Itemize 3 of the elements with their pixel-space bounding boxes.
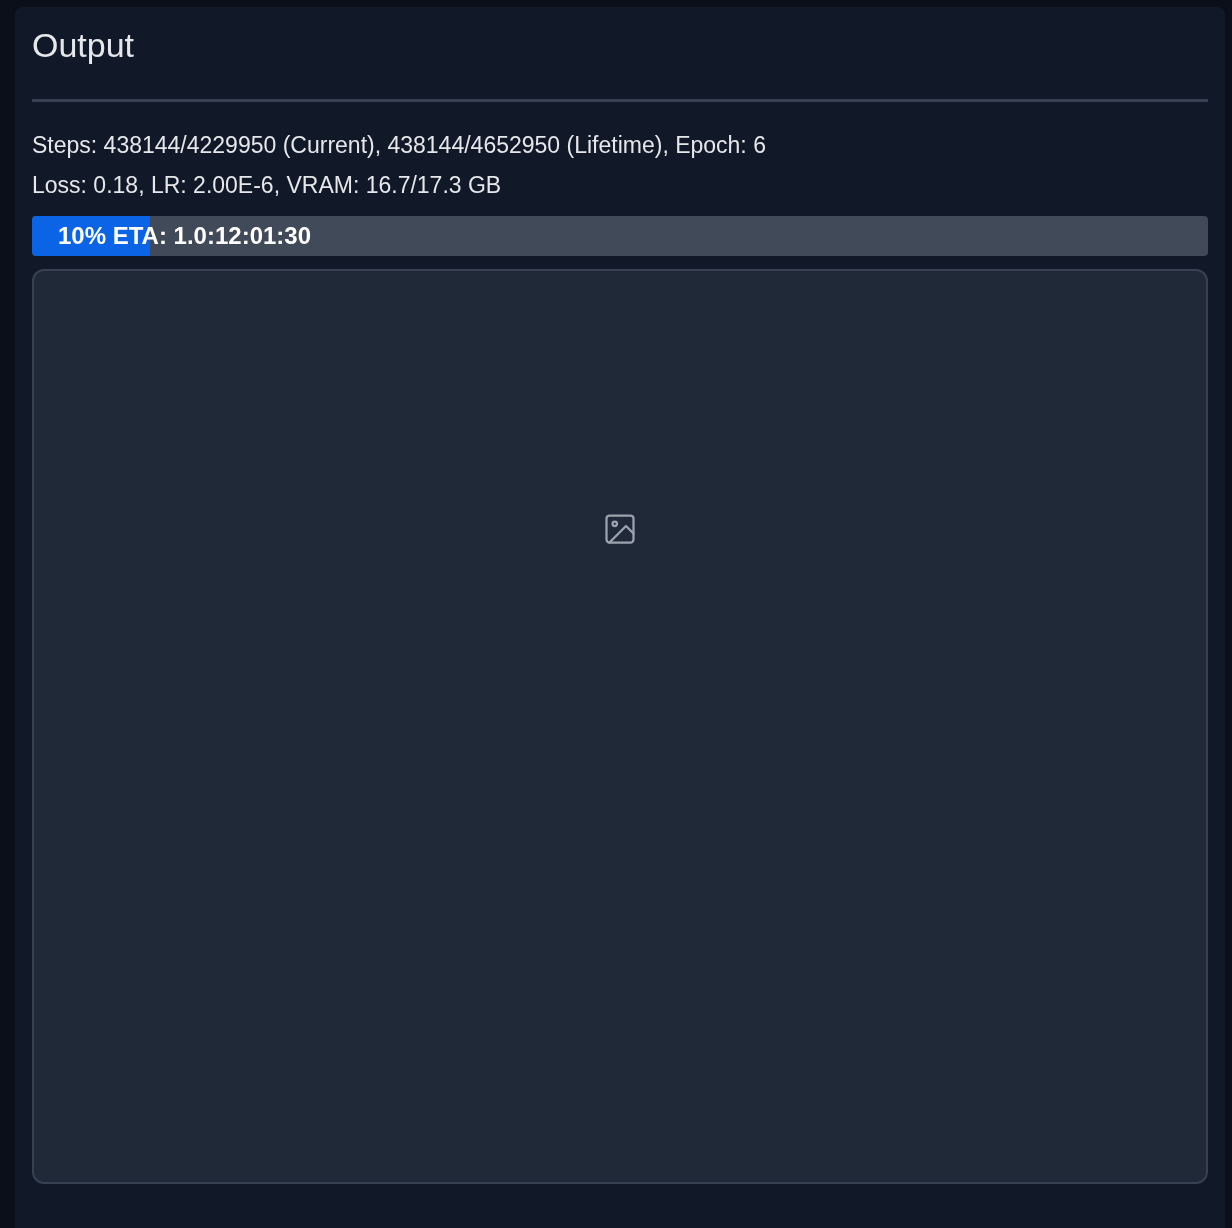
status-line: Steps: 438144/4229950 (Current), 438144/4652950 (Lifetime), Epoch: 6 [32, 131, 766, 160]
status-line: Loss: 0.18, LR: 2.00E-6, VRAM: 16.7/17.3 GB [32, 171, 502, 200]
panel-title: Output [32, 27, 135, 63]
